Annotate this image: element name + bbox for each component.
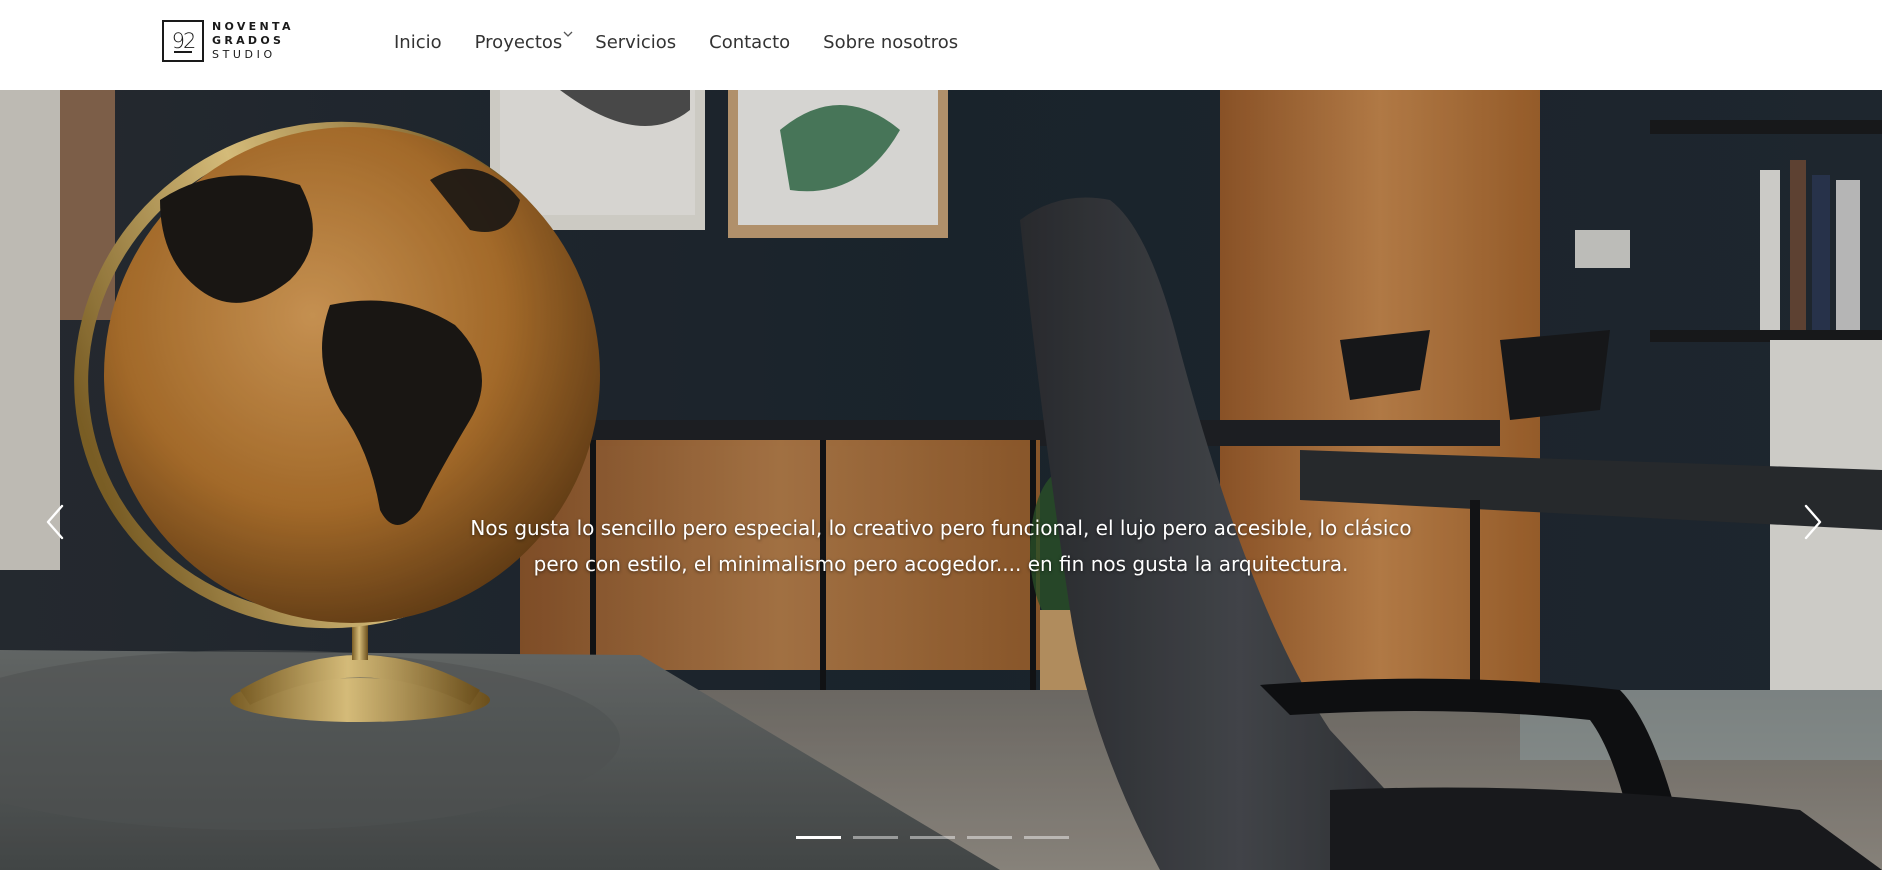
logo-word-studio: STUDIO (212, 48, 276, 61)
hero-background-image (0, 90, 1882, 870)
nav-item-sobre-nosotros[interactable]: Sobre nosotros (823, 32, 958, 53)
hero-carousel: Nos gusta lo sencillo pero especial, lo … (0, 90, 1882, 870)
carousel-next-button[interactable] (1792, 490, 1832, 550)
nav-item-contacto[interactable]: Contacto (709, 32, 790, 53)
carousel-indicator-5[interactable] (1024, 836, 1069, 839)
carousel-indicator-4[interactable] (967, 836, 1012, 839)
nav-item-inicio[interactable]: Inicio (394, 32, 442, 53)
carousel-indicator-1[interactable] (796, 836, 841, 839)
logo-word-noventa: NOVENTA (212, 20, 294, 33)
brand-logo[interactable]: 92 NOVENTA GRADOS STUDIO (162, 20, 294, 62)
carousel-prev-button[interactable] (36, 490, 76, 550)
carousel-indicator-2[interactable] (853, 836, 898, 839)
site-header: 92 NOVENTA GRADOS STUDIO Inicio Proyecto… (0, 0, 1882, 90)
main-nav: Inicio Proyectos Servicios Contacto Sobr… (394, 0, 991, 84)
hero-caption-line-2: pero con estilo, el minimalismo pero aco… (533, 552, 1349, 576)
logo-mark-text: 92 (171, 29, 197, 53)
hero-caption: Nos gusta lo sencillo pero especial, lo … (441, 510, 1441, 582)
hero-caption-line-1: Nos gusta lo sencillo pero especial, lo … (470, 516, 1412, 540)
logo-word-grados: GRADOS (212, 34, 285, 47)
chevron-right-icon (1804, 504, 1822, 540)
carousel-indicator-3[interactable] (910, 836, 955, 839)
chevron-left-icon (46, 504, 64, 540)
carousel-indicators (796, 836, 1069, 839)
nav-item-proyectos[interactable]: Proyectos (474, 31, 573, 53)
nav-item-proyectos-label: Proyectos (474, 31, 563, 53)
logo-wordmark: NOVENTA GRADOS STUDIO (212, 20, 294, 62)
chevron-down-icon (563, 28, 573, 41)
nav-item-servicios[interactable]: Servicios (595, 32, 676, 53)
logo-mark-icon: 92 (162, 20, 204, 62)
logo-mark-underline (174, 51, 192, 53)
